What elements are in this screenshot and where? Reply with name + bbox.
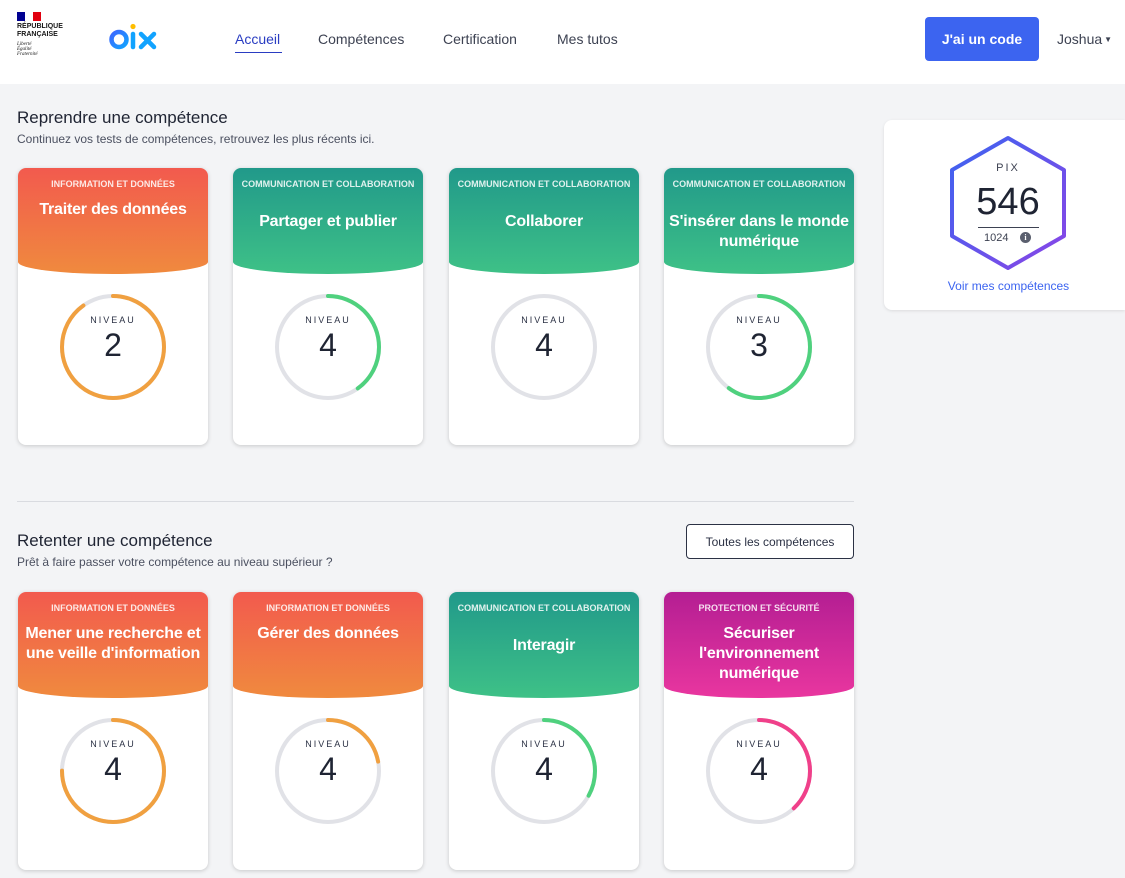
top-navigation-bar: RÉPUBLIQUE FRANÇAISE Liberté Égalité Fra… bbox=[0, 0, 1125, 84]
card-area: PROTECTION ET SÉCURITÉ bbox=[698, 603, 820, 613]
level-value: 4 bbox=[104, 751, 122, 787]
card-area: COMMUNICATION ET COLLABORATION bbox=[241, 179, 415, 189]
level-value: 4 bbox=[535, 327, 553, 363]
card-area: INFORMATION ET DONNÉES bbox=[266, 603, 390, 613]
card-area: COMMUNICATION ET COLLABORATION bbox=[457, 603, 631, 613]
nav-mes-tutos[interactable]: Mes tutos bbox=[557, 30, 618, 48]
french-flag-icon bbox=[17, 12, 41, 21]
card-area: INFORMATION ET DONNÉES bbox=[51, 179, 175, 189]
nav-accueil[interactable]: Accueil bbox=[235, 30, 280, 48]
competence-card[interactable]: INFORMATION ET DONNÉES Mener une recherch… bbox=[18, 592, 208, 870]
score-label: PIX bbox=[996, 162, 1020, 174]
all-competences-button[interactable]: Toutes les compétences bbox=[686, 524, 854, 559]
competence-card[interactable]: COMMUNICATION ET COLLABORATION Collaborer… bbox=[449, 168, 639, 445]
level-label: NIVEAU bbox=[305, 315, 351, 325]
level-label: NIVEAU bbox=[736, 315, 782, 325]
caret-down-icon: ▼ bbox=[1104, 35, 1113, 44]
card-area: COMMUNICATION ET COLLABORATION bbox=[457, 179, 631, 189]
card-competence-name: Partager et publier bbox=[259, 213, 397, 230]
nav-competences[interactable]: Compétences bbox=[318, 30, 404, 48]
competence-card[interactable]: INFORMATION ET DONNÉES Gérer des données N… bbox=[233, 592, 423, 870]
level-value: 2 bbox=[104, 327, 122, 363]
pix-logo[interactable] bbox=[107, 22, 159, 58]
competence-card[interactable]: PROTECTION ET SÉCURITÉ Sécuriser l'enviro… bbox=[664, 592, 854, 870]
card-area: COMMUNICATION ET COLLABORATION bbox=[672, 179, 846, 189]
level-label: NIVEAU bbox=[90, 739, 136, 749]
level-label: NIVEAU bbox=[736, 739, 782, 749]
level-label: NIVEAU bbox=[90, 315, 136, 325]
level-value: 4 bbox=[750, 751, 768, 787]
score-divider bbox=[978, 227, 1039, 228]
gov-logo-line-1: RÉPUBLIQUE bbox=[17, 23, 63, 30]
info-icon[interactable]: i bbox=[1020, 232, 1031, 243]
retry-section-subtitle: Prêt à faire passer votre compétence au … bbox=[17, 555, 333, 569]
card-competence-name: Sécuriser l'environnement numérique bbox=[699, 625, 819, 682]
level-value: 4 bbox=[535, 751, 553, 787]
card-competence-name: Collaborer bbox=[504, 213, 584, 230]
see-my-competences-link[interactable]: Voir mes compétences bbox=[884, 279, 1125, 293]
retry-section-title: Retenter une compétence bbox=[17, 531, 213, 550]
card-competence-name: Traiter des données bbox=[39, 201, 187, 218]
card-competence-name: S'insérer dans le monde numérique bbox=[669, 213, 849, 250]
level-label: NIVEAU bbox=[521, 315, 567, 325]
republique-francaise-logo[interactable]: RÉPUBLIQUE FRANÇAISE Liberté Égalité Fra… bbox=[17, 12, 77, 64]
user-menu[interactable]: Joshua ▼ bbox=[1057, 30, 1112, 49]
card-area: INFORMATION ET DONNÉES bbox=[51, 603, 175, 613]
competence-card[interactable]: COMMUNICATION ET COLLABORATION Interagir N… bbox=[449, 592, 639, 870]
gov-motto-line-3: Fraternité bbox=[17, 52, 38, 57]
pix-score-panel: PIX 546 1024 i Voir mes compétences bbox=[884, 120, 1125, 310]
gov-logo-line-2: FRANÇAISE bbox=[17, 31, 58, 38]
competence-card[interactable]: INFORMATION ET DONNÉES Traiter des donnée… bbox=[18, 168, 208, 445]
score-value: 546 bbox=[976, 181, 1040, 223]
nav-active-underline bbox=[235, 52, 282, 53]
jai-un-code-button[interactable]: J'ai un code bbox=[925, 17, 1039, 61]
competence-card[interactable]: COMMUNICATION ET COLLABORATION S'insérer … bbox=[664, 168, 854, 445]
resume-section-title: Reprendre une compétence bbox=[17, 108, 228, 127]
card-competence-name: Gérer des données bbox=[257, 625, 399, 642]
level-value: 3 bbox=[750, 327, 768, 363]
section-divider bbox=[17, 501, 854, 502]
score-max: 1024 bbox=[984, 232, 1009, 244]
user-name: Joshua bbox=[1057, 31, 1103, 47]
level-label: NIVEAU bbox=[521, 739, 567, 749]
nav-certification[interactable]: Certification bbox=[443, 30, 517, 48]
level-label: NIVEAU bbox=[305, 739, 351, 749]
level-value: 4 bbox=[319, 327, 337, 363]
competence-card[interactable]: COMMUNICATION ET COLLABORATION Partager e… bbox=[233, 168, 423, 445]
resume-section-subtitle: Continuez vos tests de compétences, retr… bbox=[17, 132, 375, 146]
level-value: 4 bbox=[319, 751, 337, 787]
gov-motto: Liberté Égalité Fraternité bbox=[17, 42, 38, 57]
card-competence-name: Mener une recherche et une veille d'info… bbox=[25, 625, 201, 662]
card-competence-name: Interagir bbox=[512, 637, 576, 654]
